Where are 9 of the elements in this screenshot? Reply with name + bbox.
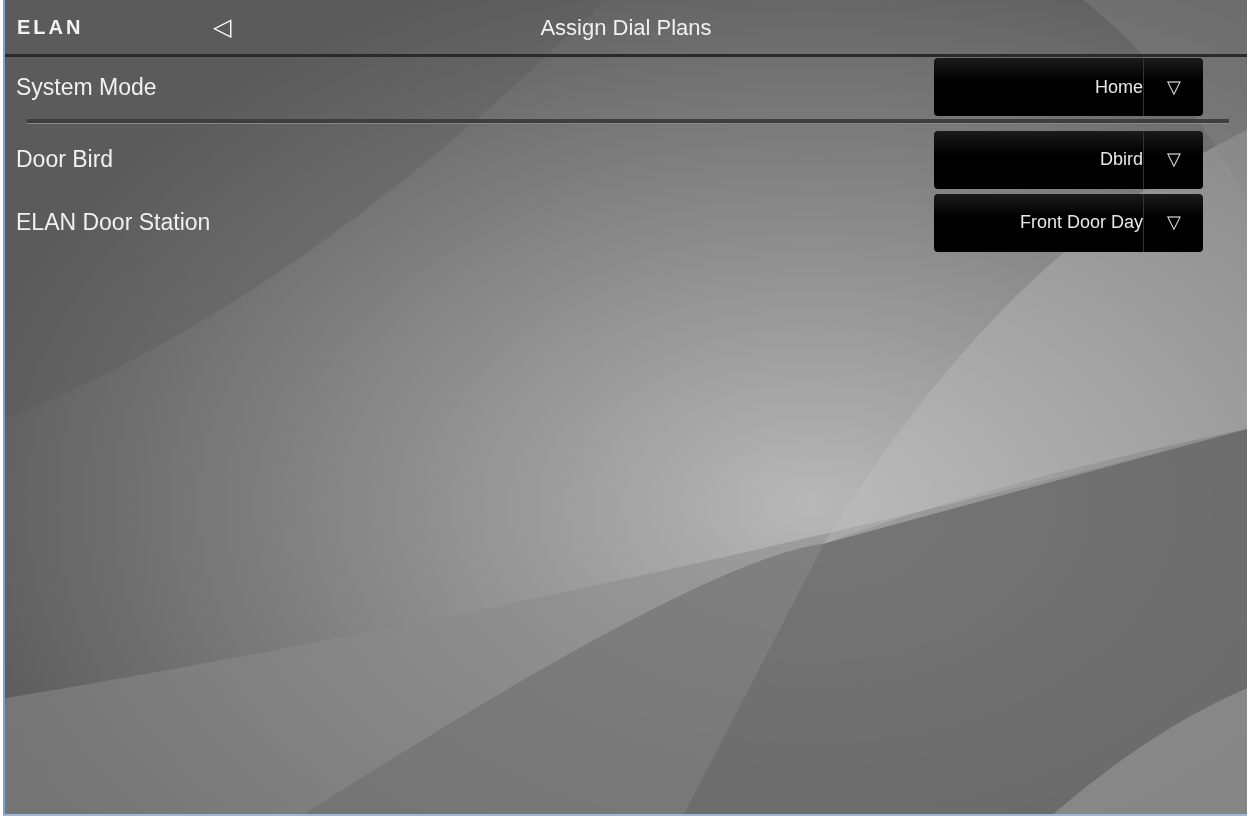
setting-label: Door Bird: [16, 145, 114, 175]
logo-text: ELAN: [17, 15, 84, 40]
setting-label: ELAN Door Station: [16, 208, 211, 238]
setting-label: System Mode: [16, 72, 157, 102]
dropdown[interactable]: Dbird ▽: [934, 130, 1203, 189]
dropdown[interactable]: Home ▽: [934, 58, 1203, 116]
dropdown[interactable]: Front Door Day ▽: [934, 193, 1203, 252]
back-button[interactable]: ◁: [213, 15, 231, 39]
page-title: Assign Dial Plans: [540, 13, 712, 42]
